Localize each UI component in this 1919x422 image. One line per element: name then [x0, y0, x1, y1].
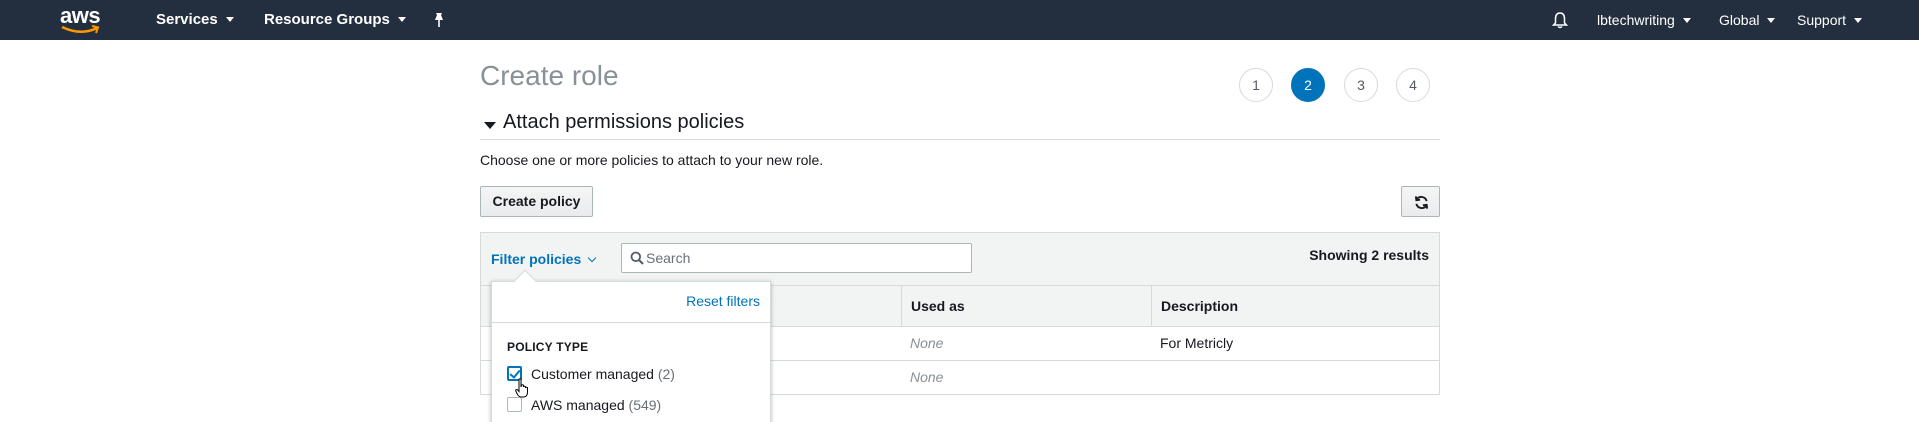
region-menu[interactable]: Global: [1719, 0, 1776, 40]
section-header[interactable]: Attach permissions policies: [480, 110, 1440, 140]
step-2-active[interactable]: 2: [1291, 68, 1325, 102]
services-menu[interactable]: Services: [156, 0, 234, 40]
filter-policies-popover: Reset filters POLICY TYPE Customer manag…: [491, 269, 771, 422]
column-header-description[interactable]: Description: [1151, 286, 1439, 326]
step-3[interactable]: 3: [1344, 68, 1378, 102]
refresh-icon: [1414, 196, 1429, 209]
search-input[interactable]: [646, 244, 966, 272]
step-4[interactable]: 4: [1396, 68, 1430, 102]
section-title: Attach permissions policies: [503, 111, 745, 133]
checkbox-aws-managed[interactable]: [507, 397, 522, 412]
reset-filters-link[interactable]: Reset filters: [686, 293, 760, 309]
refresh-button[interactable]: [1401, 186, 1440, 217]
bell-icon[interactable]: [1552, 11, 1568, 29]
cell-description: For Metricly: [1160, 335, 1234, 351]
chevron-down-icon: [588, 253, 597, 263]
section-description: Choose one or more policies to attach to…: [480, 152, 824, 168]
policy-type-heading: POLICY TYPE: [507, 340, 589, 354]
search-icon: [630, 251, 644, 265]
aws-smile-logo-icon: [61, 25, 100, 34]
cell-description: [1151, 361, 1160, 394]
caret-down-icon: [484, 122, 496, 129]
create-policy-button[interactable]: Create policy: [480, 186, 593, 217]
chevron-down-icon: [1682, 18, 1691, 23]
cell-used-as: None: [910, 369, 944, 385]
chevron-down-icon: [1767, 18, 1776, 23]
column-header-used-as[interactable]: Used as: [901, 286, 1151, 326]
cell-used-as: None: [910, 335, 944, 351]
resource-groups-menu[interactable]: Resource Groups: [264, 0, 406, 40]
results-count: Showing 2 results: [1309, 247, 1429, 263]
chevron-down-icon: [1854, 18, 1863, 23]
divider: [492, 322, 770, 323]
chevron-down-icon: [225, 17, 234, 22]
page-title: Create role: [480, 60, 619, 91]
chevron-down-icon: [397, 17, 406, 22]
pin-icon[interactable]: [432, 12, 446, 28]
table-toolbar: Filter policies Showing 2 results: [480, 232, 1440, 285]
account-menu[interactable]: lbtechwriting: [1597, 0, 1691, 40]
step-1[interactable]: 1: [1239, 68, 1273, 102]
top-navigation-bar: aws Services Resource Groups lbtechwriti…: [0, 0, 1919, 40]
support-menu[interactable]: Support: [1797, 0, 1863, 40]
aws-logo[interactable]: aws: [60, 5, 102, 35]
filter-policies-dropdown[interactable]: Filter policies: [491, 251, 597, 267]
hand-pointer-icon: [515, 378, 528, 398]
search-field[interactable]: [621, 243, 972, 273]
